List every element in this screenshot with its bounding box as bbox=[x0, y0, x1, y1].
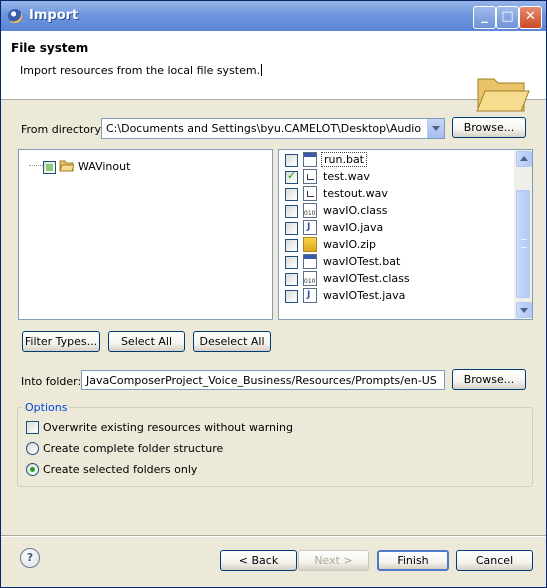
into-folder-input[interactable]: JavaComposerProject_Voice_Business/Resou… bbox=[81, 370, 445, 390]
create-complete-radio[interactable] bbox=[26, 442, 39, 455]
scroll-up-button[interactable] bbox=[516, 151, 532, 167]
overwrite-option[interactable]: Overwrite existing resources without war… bbox=[26, 419, 326, 435]
class-file-icon bbox=[303, 271, 317, 286]
back-button[interactable]: < Back bbox=[220, 550, 297, 571]
create-selected-radio[interactable] bbox=[26, 463, 39, 476]
from-directory-combo[interactable]: C:\Documents and Settings\byu.CAMELOT\De… bbox=[101, 118, 445, 139]
into-folder-value: JavaComposerProject_Voice_Business/Resou… bbox=[86, 374, 437, 387]
scroll-down-button[interactable] bbox=[516, 302, 532, 318]
finish-button[interactable]: Finish bbox=[377, 550, 449, 571]
list-item[interactable]: wavIO.class bbox=[285, 202, 510, 219]
file-name: wavIOTest.java bbox=[323, 289, 406, 302]
create-selected-option[interactable]: Create selected folders only bbox=[26, 461, 326, 477]
tree-item-label: WAVinout bbox=[78, 160, 131, 173]
file-name: run.bat bbox=[321, 152, 367, 167]
options-group-label: Options bbox=[23, 401, 70, 414]
deselect-all-button[interactable]: Deselect All bbox=[193, 331, 271, 352]
file-checkbox[interactable] bbox=[285, 154, 298, 167]
file-checkbox[interactable] bbox=[285, 290, 298, 303]
file-checkbox[interactable] bbox=[285, 222, 298, 235]
list-item[interactable]: run.bat bbox=[285, 151, 510, 168]
footer-divider bbox=[1, 535, 546, 537]
list-item[interactable]: wavIO.java bbox=[285, 219, 510, 236]
folder-tree[interactable]: WAVinout bbox=[18, 149, 273, 320]
into-folder-label: Into folder: bbox=[21, 375, 82, 388]
file-list-scrollbar[interactable] bbox=[514, 150, 532, 319]
folder-icon bbox=[59, 160, 74, 172]
bat-file-icon bbox=[303, 254, 317, 269]
file-name: wavIOTest.class bbox=[323, 272, 410, 285]
list-item[interactable]: wavIOTest.bat bbox=[285, 253, 510, 270]
from-directory-value: C:\Documents and Settings\byu.CAMELOT\De… bbox=[106, 122, 424, 135]
file-name: test.wav bbox=[323, 170, 370, 183]
tree-item-checkbox[interactable] bbox=[43, 161, 56, 174]
bat-file-icon bbox=[303, 152, 317, 167]
list-item[interactable]: wavIO.zip bbox=[285, 236, 510, 253]
java-file-icon bbox=[303, 288, 317, 303]
wizard-header: File system Import resources from the lo… bbox=[1, 31, 546, 112]
scrollbar-thumb[interactable] bbox=[516, 190, 530, 298]
file-checkbox[interactable] bbox=[285, 169, 298, 184]
file-checkbox[interactable] bbox=[285, 239, 298, 252]
java-file-icon bbox=[303, 220, 317, 235]
help-icon[interactable]: ? bbox=[20, 548, 40, 568]
class-file-icon bbox=[303, 203, 317, 218]
create-complete-label: Create complete folder structure bbox=[43, 442, 224, 455]
select-all-button[interactable]: Select All bbox=[108, 331, 185, 352]
wav-file-icon bbox=[303, 169, 317, 184]
file-checkbox[interactable] bbox=[285, 188, 298, 201]
wav-file-icon bbox=[303, 186, 317, 201]
file-name: wavIO.class bbox=[323, 204, 388, 217]
list-item[interactable]: test.wav bbox=[285, 168, 510, 185]
filter-types-button[interactable]: Filter Types... bbox=[22, 331, 100, 352]
list-item[interactable]: wavIOTest.class bbox=[285, 270, 510, 287]
file-list[interactable]: run.bat test.wav testout.wav wavIO.class… bbox=[278, 149, 533, 320]
list-item[interactable]: testout.wav bbox=[285, 185, 510, 202]
overwrite-label: Overwrite existing resources without war… bbox=[43, 421, 294, 434]
close-button[interactable]: ✕ bbox=[519, 6, 542, 29]
title-bar[interactable]: Import _ □ ✕ bbox=[1, 1, 546, 31]
file-name: wavIO.java bbox=[323, 221, 384, 234]
options-group: Overwrite existing resources without war… bbox=[17, 407, 533, 487]
file-name: testout.wav bbox=[323, 187, 388, 200]
file-checkbox[interactable] bbox=[285, 273, 298, 286]
open-folder-icon bbox=[476, 78, 530, 112]
page-title: File system bbox=[11, 41, 89, 55]
page-description: Import resources from the local file sys… bbox=[20, 64, 263, 77]
minimize-button[interactable]: _ bbox=[473, 6, 496, 29]
maximize-button[interactable]: □ bbox=[496, 6, 519, 29]
eclipse-icon bbox=[8, 9, 22, 23]
create-complete-option[interactable]: Create complete folder structure bbox=[26, 440, 326, 456]
create-selected-label: Create selected folders only bbox=[43, 463, 198, 476]
cancel-button[interactable]: Cancel bbox=[456, 550, 533, 571]
next-button[interactable]: Next > bbox=[298, 550, 369, 571]
file-name: wavIOTest.bat bbox=[323, 255, 401, 268]
file-checkbox[interactable] bbox=[285, 205, 298, 218]
list-item[interactable]: wavIOTest.java bbox=[285, 287, 510, 304]
zip-file-icon bbox=[303, 237, 317, 252]
chevron-down-icon[interactable] bbox=[427, 119, 444, 138]
file-checkbox[interactable] bbox=[285, 256, 298, 269]
from-directory-browse-button[interactable]: Browse... bbox=[452, 117, 526, 138]
overwrite-checkbox[interactable] bbox=[26, 421, 39, 434]
into-folder-browse-button[interactable]: Browse... bbox=[452, 369, 526, 390]
import-dialog: Import _ □ ✕ File system Import resource… bbox=[0, 0, 547, 588]
window-title: Import bbox=[29, 8, 79, 23]
file-name: wavIO.zip bbox=[323, 238, 377, 251]
from-directory-label: From directory: bbox=[21, 123, 104, 136]
